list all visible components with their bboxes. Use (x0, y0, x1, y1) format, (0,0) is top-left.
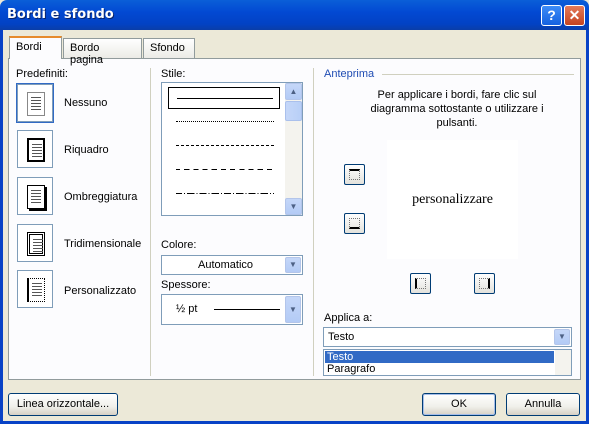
preset-tridimensionale-label[interactable]: Tridimensionale (64, 238, 141, 250)
apply-to-label: Applica a: (324, 312, 373, 324)
scroll-down-icon[interactable]: ▼ (285, 198, 302, 215)
chevron-down-icon[interactable]: ▼ (554, 329, 570, 345)
preview-label: Anteprima (324, 68, 375, 80)
border-bottom-button[interactable] (344, 213, 365, 234)
width-value: ½ pt (176, 303, 198, 315)
ok-button[interactable]: OK (422, 393, 496, 416)
help-button[interactable]: ? (541, 5, 562, 26)
scroll-up-icon[interactable]: ▲ (285, 83, 302, 100)
preset-ombreggiatura-label[interactable]: Ombreggiatura (64, 191, 137, 203)
apply-to-value: Testo (328, 331, 355, 343)
tab-bordo-pagina[interactable]: Bordo pagina (63, 38, 142, 66)
close-button[interactable]: ✕ (564, 5, 585, 26)
preset-riquadro-icon[interactable] (17, 130, 53, 168)
presets-label: Predefiniti: (16, 68, 68, 80)
width-sample-line (214, 309, 280, 310)
preview-instructions: Per applicare i bordi, fare clic sul dia… (370, 89, 544, 129)
apply-list-scrollbar[interactable] (555, 350, 571, 375)
style-scrollbar[interactable]: ▲ ▼ (285, 83, 302, 215)
style-label: Stile: (161, 68, 186, 80)
tab-bordi[interactable]: Bordi (9, 36, 62, 59)
preset-riquadro-label[interactable]: Riquadro (64, 144, 109, 156)
window-title: Bordi e sfondo (7, 7, 114, 22)
cancel-button[interactable]: Annulla (506, 393, 580, 416)
style-option-solid[interactable] (168, 87, 280, 109)
style-option-dashed[interactable] (168, 159, 280, 181)
border-top-button[interactable] (344, 164, 365, 185)
style-option-dotted[interactable] (168, 111, 280, 133)
apply-to-select[interactable]: Testo ▼ (323, 327, 572, 347)
tab-sfondo[interactable]: Sfondo (143, 38, 195, 58)
title-bar: Bordi e sfondo ? ✕ (0, 0, 589, 30)
preset-personalizzato-label[interactable]: Personalizzato (64, 285, 136, 297)
border-right-button[interactable] (474, 273, 495, 294)
width-label: Spessore: (161, 279, 211, 291)
preview-diagram[interactable]: personalizzare (387, 140, 518, 259)
border-left-icon (415, 278, 426, 289)
border-bottom-icon (349, 218, 360, 229)
preset-tridimensionale-icon[interactable] (17, 224, 53, 262)
width-select[interactable]: ½ pt ▼ (161, 294, 303, 325)
apply-to-dropdown-list[interactable]: Testo Paragrafo (323, 349, 572, 376)
separator (150, 68, 151, 376)
style-option-dash-dot[interactable] (168, 183, 280, 205)
chevron-down-icon[interactable]: ▼ (285, 257, 301, 273)
apply-option-paragrafo[interactable]: Paragrafo (325, 363, 554, 375)
preview-divider (382, 74, 574, 75)
horizontal-line-button[interactable]: Linea orizzontale... (8, 393, 118, 416)
border-right-icon (479, 278, 490, 289)
border-left-button[interactable] (410, 273, 431, 294)
scroll-thumb[interactable] (285, 101, 302, 121)
color-value: Automatico (198, 259, 254, 271)
apply-option-testo[interactable]: Testo (325, 351, 554, 363)
color-select[interactable]: Automatico ▼ (161, 255, 303, 275)
chevron-down-icon[interactable]: ▼ (285, 296, 301, 323)
preset-nessuno-icon[interactable] (16, 83, 54, 123)
style-list[interactable]: ▲ ▼ (161, 82, 303, 216)
style-option-dashed-small[interactable] (168, 135, 280, 157)
preset-ombreggiatura-icon[interactable] (17, 177, 53, 215)
preset-nessuno-label[interactable]: Nessuno (64, 97, 107, 109)
color-label: Colore: (161, 239, 197, 251)
border-top-icon (349, 169, 360, 180)
separator (313, 68, 314, 376)
preview-sample-text: personalizzare (412, 192, 493, 207)
preset-personalizzato-icon[interactable] (17, 270, 53, 308)
